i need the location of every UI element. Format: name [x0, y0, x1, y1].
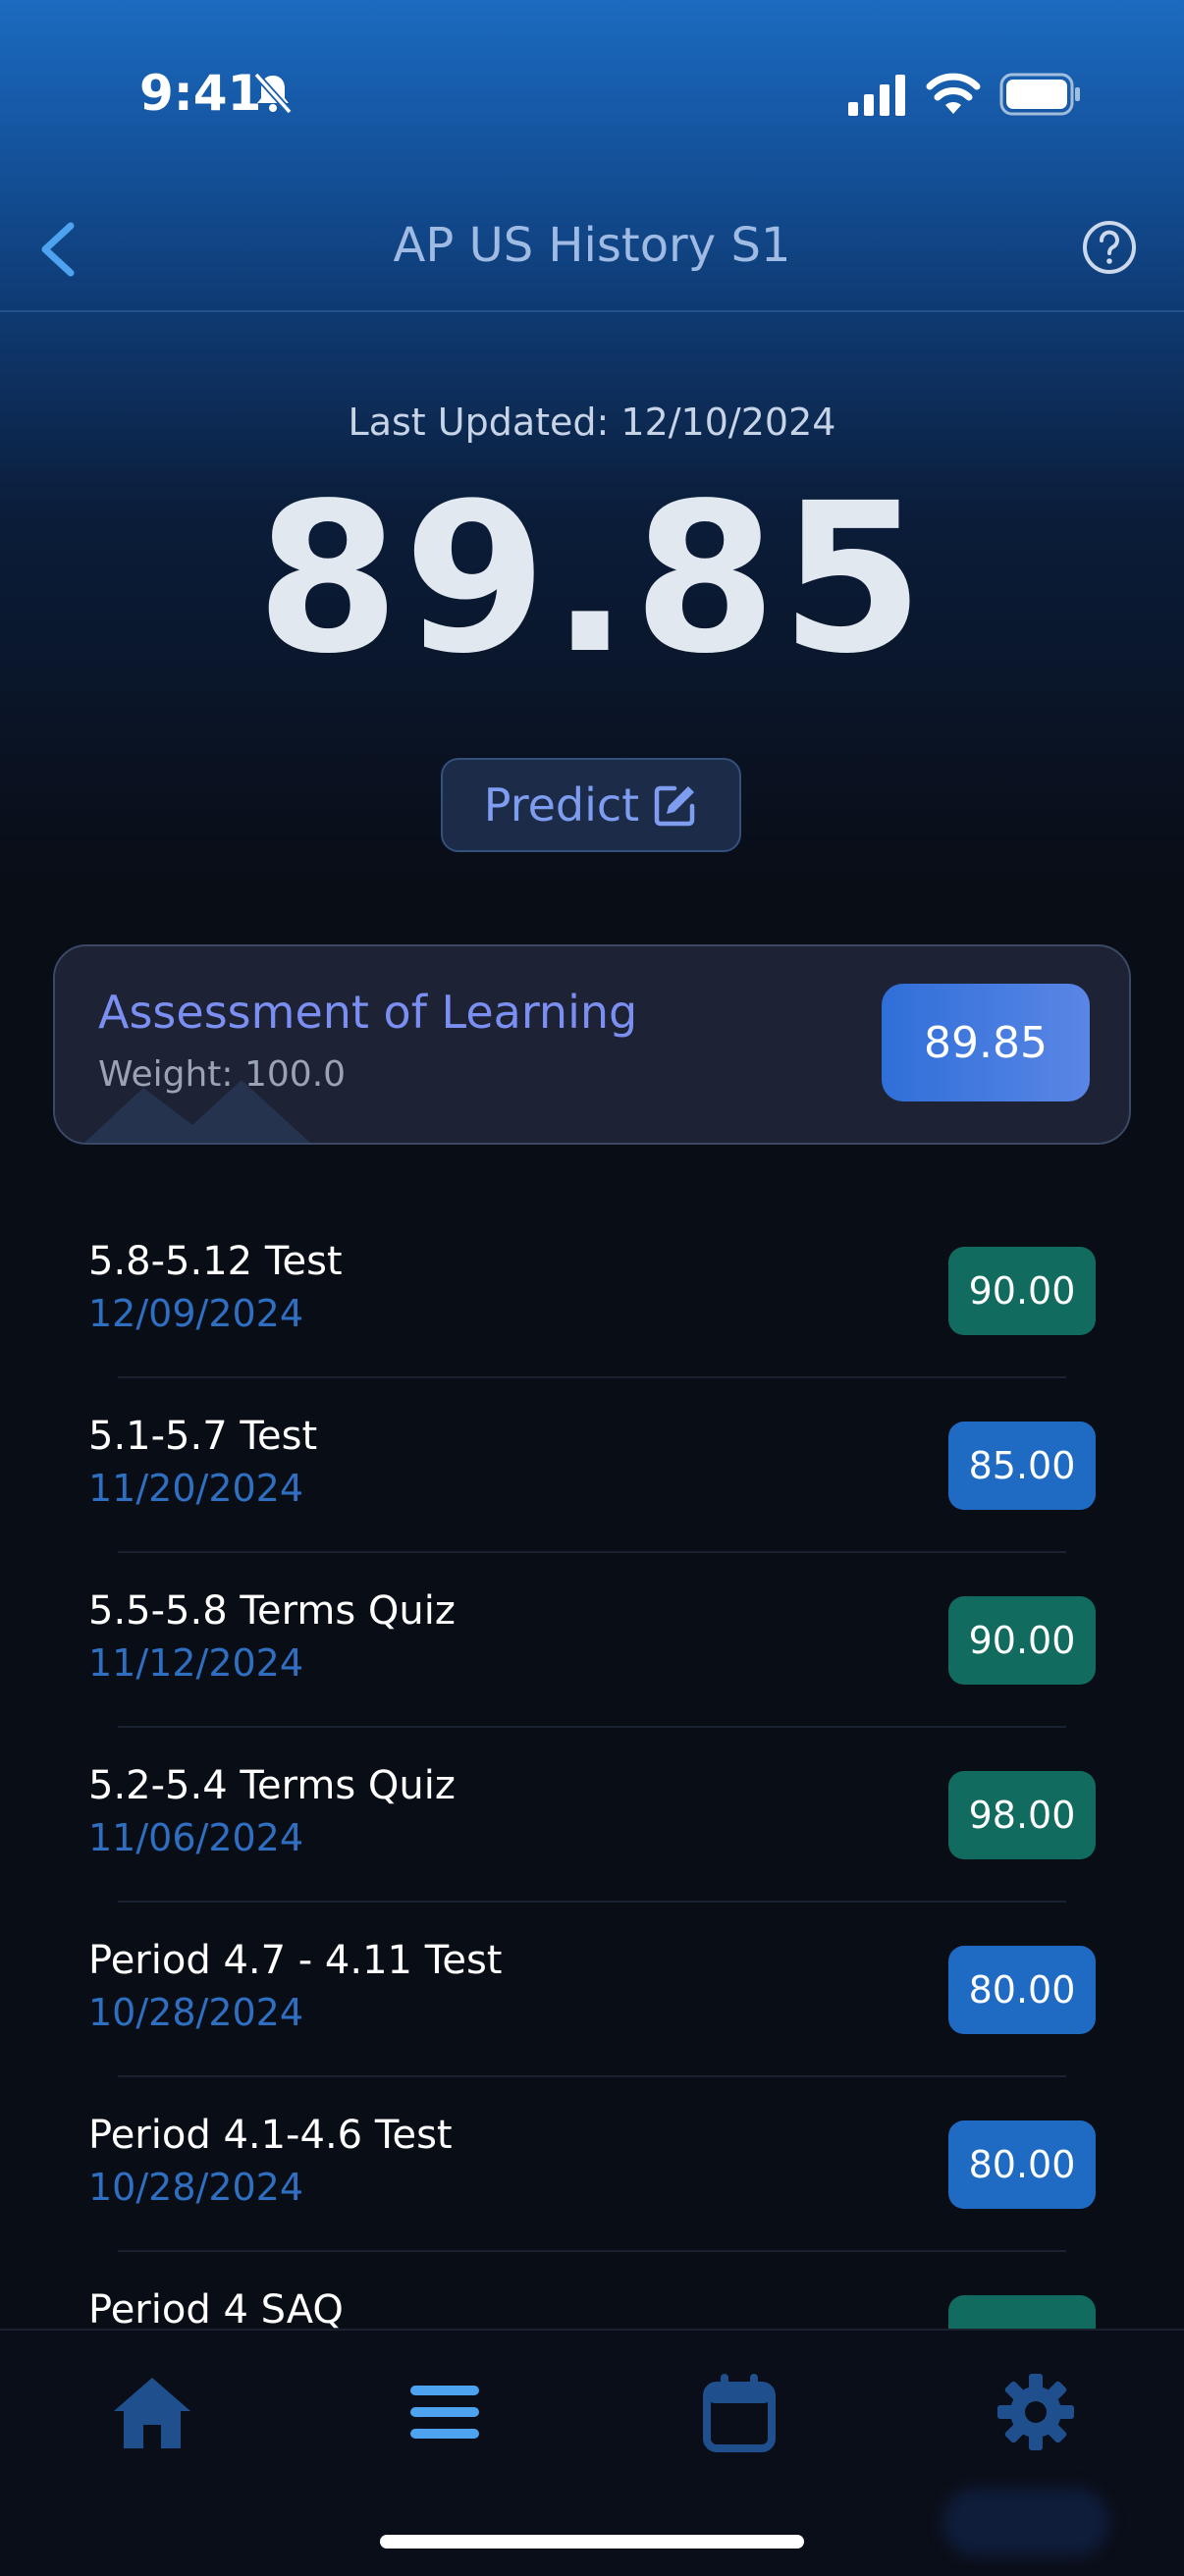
nav-bar: AP US History S1	[0, 196, 1184, 312]
category-weight: Weight: 100.0	[98, 1054, 347, 1095]
assignment-row[interactable]: Period 4.7 - 4.11 Test 10/28/2024 80.00	[0, 1903, 1184, 2077]
score-badge: 90.00	[948, 1596, 1096, 1685]
assignment-row[interactable]: Period 4 SAQ	[0, 2252, 1184, 2333]
assignment-name: Period 4.1-4.6 Test	[88, 2113, 453, 2158]
assignment-list: 5.8-5.12 Test 12/09/2024 90.00 5.1-5.7 Test…	[0, 1204, 1184, 2333]
assignment-name: 5.5-5.8 Terms Quiz	[88, 1588, 456, 1634]
bell-muted-icon	[253, 72, 293, 115]
assignment-name: 5.2-5.4 Terms Quiz	[88, 1763, 456, 1808]
help-icon[interactable]	[1080, 218, 1139, 277]
calendar-icon[interactable]	[695, 2368, 783, 2456]
home-icon[interactable]	[108, 2368, 196, 2456]
assignment-row[interactable]: 5.2-5.4 Terms Quiz 11/06/2024 98.00	[0, 1728, 1184, 1903]
home-indicator	[380, 2535, 804, 2549]
score-badge: 98.00	[948, 1771, 1096, 1859]
assignment-row[interactable]: 5.5-5.8 Terms Quiz 11/12/2024 90.00	[0, 1553, 1184, 1728]
score-badge: 80.00	[948, 2120, 1096, 2209]
list-icon[interactable]	[401, 2368, 489, 2456]
assignment-name: Period 4 SAQ	[88, 2287, 344, 2333]
assignment-date: 11/12/2024	[88, 1641, 304, 1685]
score-badge: 80.00	[948, 1946, 1096, 2034]
category-name: Assessment of Learning	[98, 986, 638, 1039]
assignment-date: 10/28/2024	[88, 1991, 304, 2034]
score-badge: 90.00	[948, 1247, 1096, 1335]
predict-button[interactable]: Predict	[441, 758, 741, 852]
cellular-signal-icon	[848, 75, 905, 116]
assignment-name: 5.8-5.12 Test	[88, 1239, 343, 1284]
status-time: 9:41	[139, 65, 262, 122]
status-bar: 9:41	[0, 0, 1184, 196]
predict-label: Predict	[483, 778, 640, 832]
page-title: AP US History S1	[393, 218, 791, 273]
assignment-name: 5.1-5.7 Test	[88, 1414, 318, 1459]
gear-icon[interactable]	[992, 2368, 1080, 2456]
assignment-row[interactable]: 5.1-5.7 Test 11/20/2024 85.00	[0, 1378, 1184, 1553]
category-score-badge: 89.85	[882, 984, 1090, 1101]
last-updated-text: Last Updated: 12/10/2024	[348, 401, 836, 444]
battery-icon	[999, 73, 1080, 116]
assignment-date: 11/20/2024	[88, 1467, 304, 1510]
assignment-date: 10/28/2024	[88, 2166, 304, 2209]
overall-grade: 89.85	[255, 458, 929, 699]
score-badge: 85.00	[948, 1422, 1096, 1510]
wifi-icon	[926, 73, 981, 114]
category-card[interactable]: Assessment of Learning Weight: 100.0 89.…	[53, 944, 1131, 1145]
score-badge	[948, 2295, 1096, 2333]
assignment-date: 11/06/2024	[88, 1816, 304, 1859]
assignment-name: Period 4.7 - 4.11 Test	[88, 1938, 503, 1983]
assignment-date: 12/09/2024	[88, 1292, 304, 1335]
assignment-row[interactable]: Period 4.1-4.6 Test 10/28/2024 80.00	[0, 2077, 1184, 2252]
edit-icon	[654, 785, 695, 827]
assignment-row[interactable]: 5.8-5.12 Test 12/09/2024 90.00	[0, 1204, 1184, 1378]
tab-glow	[942, 2488, 1109, 2556]
